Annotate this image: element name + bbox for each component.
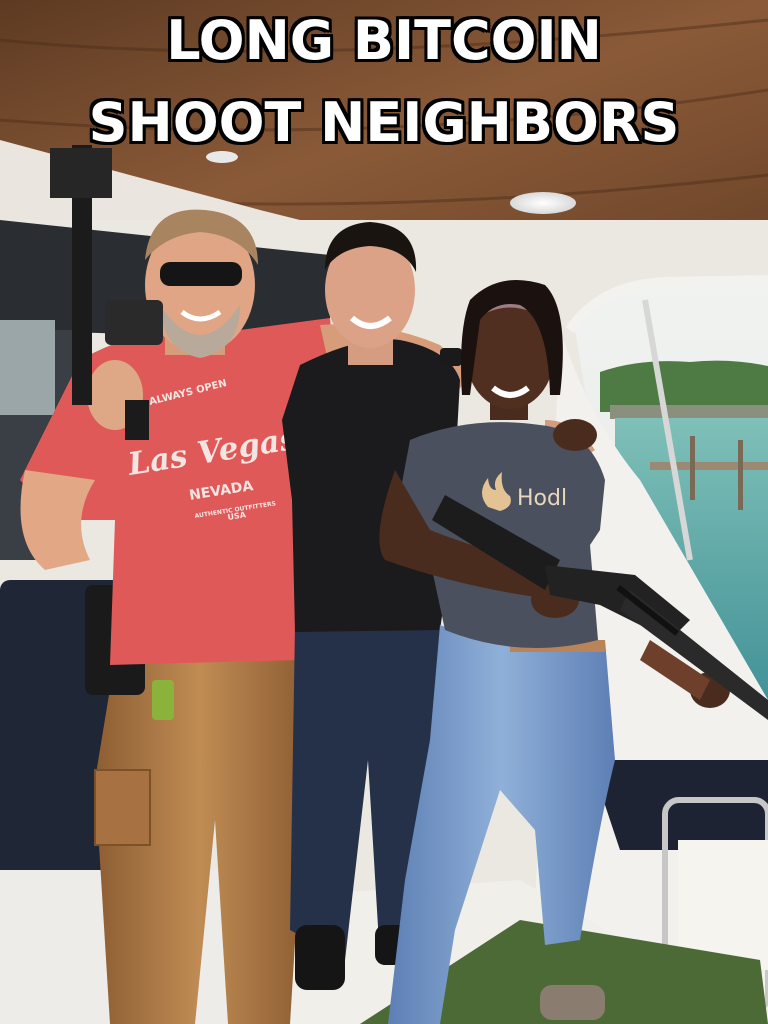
meme-photo: ALWAYS OPEN Las Vegas NEVADA AUTHENTIC O… [0, 0, 768, 1024]
island-shore [610, 405, 768, 419]
sunglasses [160, 262, 242, 286]
dock-post-2 [738, 440, 743, 510]
island-trees [600, 360, 768, 412]
dock-post-1 [690, 436, 695, 500]
hand-shoulder [553, 419, 597, 451]
rifle-scope [105, 300, 163, 345]
left-porthole [0, 320, 55, 415]
shoe-left [295, 925, 345, 990]
meme-caption-bottom: SHOOT NEIGHBORS [87, 90, 681, 155]
ceiling-light-1 [510, 192, 576, 214]
rifle-sight [50, 148, 112, 198]
keys [152, 680, 174, 720]
dock [650, 462, 768, 470]
sandal [540, 985, 605, 1020]
cargo-pocket [94, 769, 151, 846]
seat-right [590, 760, 768, 850]
meme-caption-top: LONG BITCOIN [165, 8, 604, 73]
hodl-logo-text: Hodl [517, 486, 567, 511]
watch [440, 348, 462, 366]
rifle-grip [125, 400, 149, 440]
